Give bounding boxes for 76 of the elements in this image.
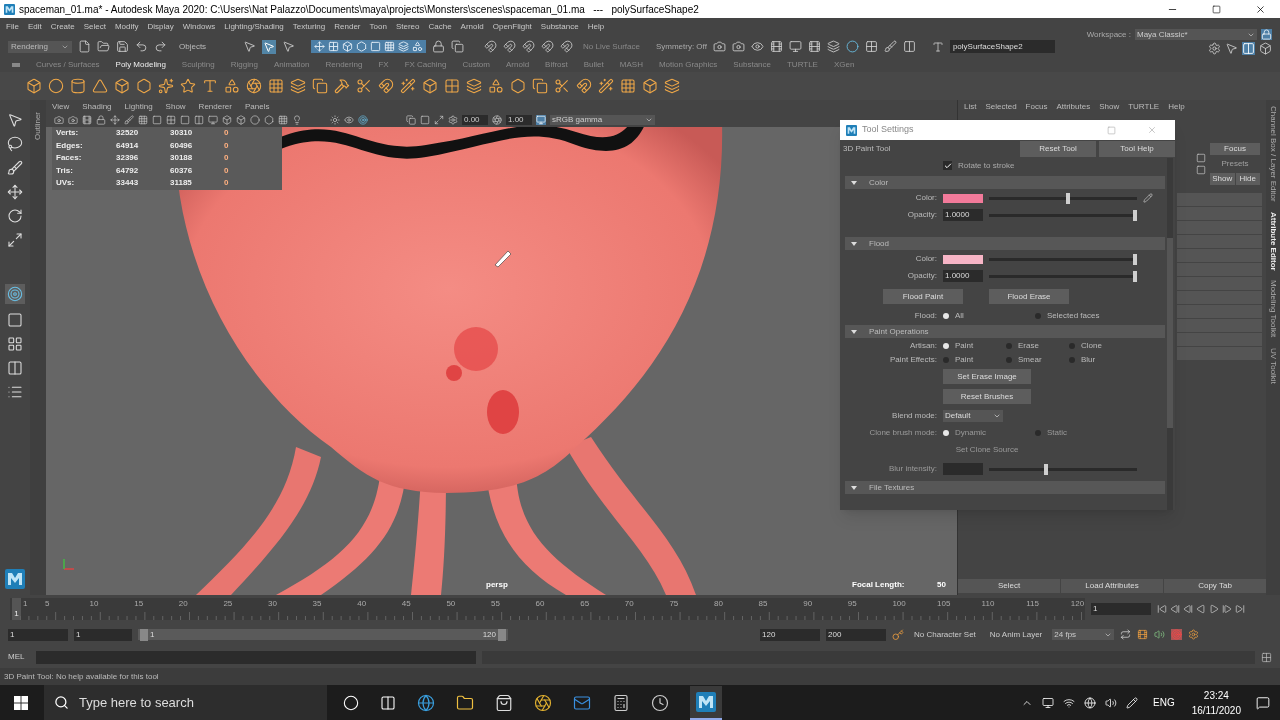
tick-label: 75 <box>669 598 679 610</box>
stat-value: 0 <box>224 139 230 152</box>
field-label: Clone brush mode: <box>868 426 937 439</box>
stat-value: 31185 <box>170 177 193 190</box>
stat-value: 32520 <box>116 127 140 140</box>
stat-value: 33443 <box>116 177 140 190</box>
field-label: Opacity: <box>906 270 937 282</box>
camera-name: persp <box>486 579 508 591</box>
tick-label: 110 <box>981 598 995 610</box>
stat-label: Edges: <box>56 139 84 152</box>
field-label: Blur intensity: <box>887 463 937 475</box>
tick-label: 10 <box>89 598 99 610</box>
tick-label: 85 <box>758 598 768 610</box>
tick-label: 55 <box>491 598 500 610</box>
stat-value: 32396 <box>116 152 140 165</box>
tick-label: 1 <box>23 598 28 610</box>
field-label: Artisan: <box>908 339 937 352</box>
checkbox-label: Rotate to stroke <box>958 159 1015 172</box>
radio-label: All <box>955 309 964 322</box>
stat-value: 64792 <box>116 164 140 177</box>
focal-length-value: 50 <box>937 579 946 591</box>
window-title: spaceman_01.ma* - Autodesk Maya 2020: C:\Users\Nat Palazzo\Documents\maya\projects\Monsters\scenes\spaceman_01.ma --- polySurfaceShape2 <box>19 2 700 17</box>
field-label: Flood: <box>913 309 937 322</box>
stat-value: 0 <box>224 164 230 177</box>
radio-label: Erase <box>1018 339 1039 352</box>
tick-label: 45 <box>401 598 411 610</box>
help-line-text: 3D Paint Tool: No help available for this tool <box>4 670 159 683</box>
field-label: Color: <box>914 192 937 204</box>
stat-value: 0 <box>224 127 230 140</box>
tick-label: 90 <box>803 598 813 610</box>
radio-label: Blur <box>1081 353 1096 366</box>
tool-name: 3D Paint Tool <box>843 143 892 155</box>
tick-label: 105 <box>937 598 951 610</box>
tick-label: 35 <box>312 598 322 610</box>
stat-label: UVs: <box>56 177 76 190</box>
stat-label: Faces: <box>56 152 83 165</box>
radio-label: Clone <box>1081 339 1102 352</box>
stat-label: Tris: <box>56 164 74 177</box>
tick-label: 70 <box>624 598 634 610</box>
tick-label: 65 <box>580 598 590 610</box>
stat-value: 0 <box>224 152 230 165</box>
tick-label: 30 <box>268 598 277 610</box>
tick-label: 60 <box>535 598 545 610</box>
radio-label: Dynamic <box>955 426 987 439</box>
focal-length-label: Focal Length: <box>852 579 905 591</box>
range-start-label: 1 <box>140 628 155 641</box>
search-placeholder: Type here to search <box>79 693 194 712</box>
tick-label: 100 <box>892 598 906 610</box>
field-label: Paint Effects: <box>889 353 937 366</box>
radio-label: Smear <box>1018 353 1042 366</box>
tick-label: 20 <box>178 598 188 610</box>
stat-value: 60496 <box>170 139 194 152</box>
field-label: Blend mode: <box>891 410 937 422</box>
radio-label: Selected faces <box>1047 309 1100 322</box>
tick-label: 50 <box>446 598 456 610</box>
stat-value: 0 <box>224 177 230 190</box>
field-label: Color: <box>914 253 937 265</box>
stat-value: 64914 <box>116 139 140 152</box>
stat-value: 30310 <box>170 127 194 140</box>
tick-label: 25 <box>223 598 233 610</box>
tick-label: 95 <box>847 598 857 610</box>
radio-label: Paint <box>955 353 974 366</box>
radio-label: Static <box>1047 426 1067 439</box>
workspace-label: Workspace : <box>1086 28 1131 41</box>
tick-label: 15 <box>134 598 144 610</box>
tick-label: 5 <box>45 598 50 610</box>
radio-label: Paint <box>955 339 974 352</box>
tick-label: 115 <box>1026 598 1039 610</box>
tick-label: 120 <box>1070 598 1085 610</box>
stat-value: 60376 <box>170 164 194 177</box>
stat-value: 30188 <box>170 152 194 165</box>
field-label: Opacity: <box>906 209 937 221</box>
stat-label: Verts: <box>56 127 80 140</box>
tick-label: 40 <box>357 598 367 610</box>
tick-label: 80 <box>714 598 723 610</box>
range-end-label: 120 <box>482 628 506 641</box>
